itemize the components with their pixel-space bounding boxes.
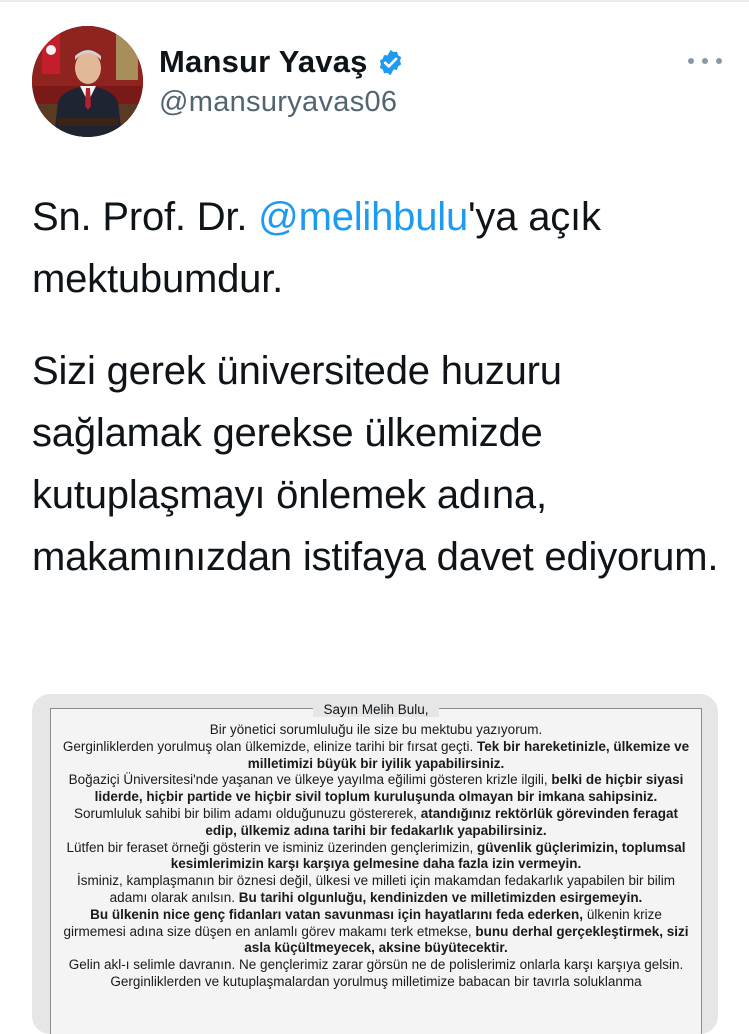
tweet-header: Mansur Yavaş @mansuryavas06	[32, 26, 722, 138]
top-divider	[0, 0, 749, 2]
avatar-photo	[32, 26, 143, 137]
tweet-media-image[interactable]: Sayın Melih Bulu, Bir yönetici sorumlulu…	[32, 694, 718, 1034]
letter-image: Sayın Melih Bulu, Bir yönetici sorumlulu…	[50, 702, 702, 1034]
mention-link[interactable]: @melihbulu	[258, 195, 468, 239]
letter-text: Boğaziçi Üniversitesi'nde yaşanan ve ülk…	[68, 772, 552, 788]
letter-text-bold: Bu ülkenin nice genç fidanları vatan sav…	[90, 906, 584, 922]
tweet-text: Sn. Prof. Dr. @melihbulu'ya açık mektubu…	[32, 186, 722, 588]
avatar[interactable]	[32, 26, 143, 137]
letter-paragraph: Sorumluluk sahibi bir bilim adamı olduğu…	[61, 806, 691, 840]
letter-paragraph: Lütfen bir feraset örneği gösterin ve is…	[61, 840, 691, 874]
tweet-paragraph-2: Sizi gerek üniversitede huzuru sağlamak …	[32, 349, 719, 579]
more-dot	[702, 58, 708, 64]
letter-paragraph: İsminiz, kamplaşmanın bir öznesi değil, …	[61, 873, 691, 907]
more-dot	[716, 58, 722, 64]
letter-paragraph: Bu ülkenin nice genç fidanları vatan sav…	[61, 907, 691, 957]
more-dot	[688, 58, 694, 64]
tweet-text-segment: Sn. Prof. Dr.	[32, 195, 259, 239]
author-row: Mansur Yavaş	[159, 44, 405, 80]
more-options-icon[interactable]	[688, 54, 722, 68]
author-handle[interactable]: @mansuryavas06	[159, 86, 397, 119]
letter-paragraph: Gerginliklerden ve kutuplaşmalardan yoru…	[110, 973, 642, 989]
letter-text: Sorumluluk sahibi bir bilim adamı olduğu…	[74, 805, 421, 821]
letter-greeting-wrap: Sayın Melih Bulu,	[51, 701, 701, 719]
verified-badge-icon	[376, 48, 405, 77]
letter-text: Gerginliklerden yorulmuş olan ülkemizde,…	[62, 738, 478, 754]
letter-paragraph: Gelin akl-ı selimle davranın. Ne gençler…	[68, 957, 684, 973]
letter-text: Lütfen bir feraset örneği gösterin ve is…	[66, 839, 477, 855]
author-name[interactable]: Mansur Yavaş	[159, 44, 368, 80]
letter-text-bold: Bu tarihi olgunluğu, kendinizden ve mill…	[238, 889, 643, 905]
letter-greeting: Sayın Melih Bulu,	[313, 702, 439, 717]
letter-paragraph: Gerginliklerden yorulmuş olan ülkemizde,…	[61, 739, 691, 773]
tweet-paragraph-1: Sn. Prof. Dr. @melihbulu'ya açık mektubu…	[32, 186, 722, 310]
letter-paragraph: Bir yönetici sorumluluğu ile size bu mek…	[209, 722, 543, 737]
letter-body: Bir yönetici sorumluluğu ile size bu mek…	[61, 722, 691, 991]
letter-paragraph: Boğaziçi Üniversitesi'nde yaşanan ve ülk…	[61, 772, 691, 806]
